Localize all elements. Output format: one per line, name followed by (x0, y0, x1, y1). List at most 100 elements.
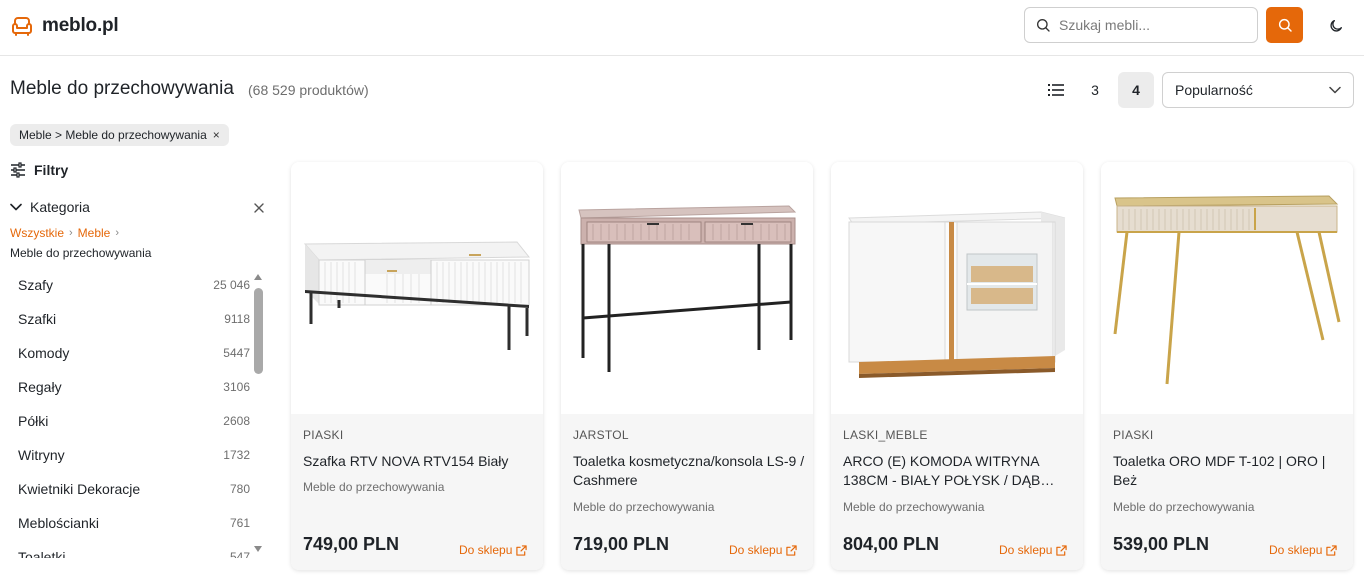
console-table-image (1113, 195, 1341, 385)
category-item-label: Regały (18, 379, 62, 395)
category-item-label: Szafki (18, 311, 57, 327)
category-item[interactable]: Komody 5447 (10, 336, 250, 370)
product-image[interactable] (1101, 162, 1353, 414)
grid-3-button[interactable]: 3 (1080, 72, 1110, 108)
product-image[interactable] (561, 162, 813, 414)
shop-link[interactable]: Do sklepu (459, 543, 528, 557)
product-name[interactable]: Toaletka ORO MDF T-102 | ORO | Beż (1113, 452, 1345, 490)
category-item-count: 25 046 (213, 278, 250, 292)
product-price: 539,00 PLN (1113, 534, 1210, 554)
logo[interactable]: meblo.pl (10, 14, 119, 38)
list-view-button[interactable] (1042, 74, 1070, 106)
category-item-count: 3106 (223, 380, 250, 394)
product-name[interactable]: Toaletka kosmetyczna/konsola LS-9 / Cash… (573, 452, 805, 490)
search-input[interactable] (1059, 17, 1239, 33)
category-label: Kategoria (30, 199, 90, 215)
product-count: (68 529 produktów) (248, 82, 369, 98)
product-image[interactable] (291, 162, 543, 414)
product-image[interactable] (831, 162, 1083, 414)
sideboard-image (848, 211, 1066, 378)
shop-link-label: Do sklepu (1269, 543, 1323, 557)
theme-toggle-button[interactable] (1322, 12, 1350, 40)
category-item-label: Witryny (18, 447, 65, 463)
category-item[interactable]: Szafy 25 046 (10, 268, 250, 302)
scroll-down-arrow-icon[interactable] (254, 546, 262, 552)
breadcrumb-link-all[interactable]: Wszystkie (10, 226, 64, 240)
external-link-icon (516, 544, 528, 556)
tv-cabinet-image (303, 241, 531, 350)
external-link-icon (1056, 544, 1068, 556)
category-item-count: 780 (229, 482, 250, 496)
chevron-right-icon: › (69, 227, 73, 239)
dressing-table-image (578, 205, 797, 372)
chip-label: Meble > Meble do przechowywania (19, 128, 207, 142)
category-clear-button[interactable] (250, 199, 268, 217)
chevron-down-icon (1329, 86, 1341, 94)
active-filter-chip: Meble > Meble do przechowywania × (10, 124, 229, 146)
category-item[interactable]: Szafki 9118 (10, 302, 250, 336)
scroll-thumb[interactable] (254, 288, 263, 374)
chevron-down-icon (10, 203, 22, 211)
category-section-toggle[interactable]: Kategoria (10, 199, 90, 215)
scroll-up-arrow-icon[interactable] (254, 274, 262, 280)
search-box[interactable] (1024, 7, 1258, 43)
top-header: meblo.pl (0, 0, 1364, 56)
sofa-icon (12, 17, 32, 36)
breadcrumb-link-meble[interactable]: Meble (78, 226, 111, 240)
shop-link[interactable]: Do sklepu (1269, 543, 1338, 557)
grid-4-button[interactable]: 4 (1118, 72, 1154, 108)
product-name[interactable]: Szafka RTV NOVA RTV154 Biały (303, 452, 535, 471)
page-title: Meble do przechowywania (10, 78, 234, 99)
category-item-count: 547 (229, 550, 250, 558)
category-item[interactable]: Meblościanki 761 (10, 506, 250, 540)
sliders-icon (11, 162, 25, 178)
product-brand: JARSTOL (573, 428, 629, 442)
product-category: Meble do przechowywania (303, 480, 445, 494)
category-item-label: Półki (18, 413, 49, 429)
product-price: 749,00 PLN (303, 534, 400, 554)
product-brand: PIASKI (303, 428, 344, 442)
category-item[interactable]: Toaletki 547 (10, 540, 250, 558)
category-item[interactable]: Półki 2608 (10, 404, 250, 438)
category-item-count: 1732 (223, 448, 250, 462)
shop-link-label: Do sklepu (999, 543, 1053, 557)
sort-selected-value: Popularność (1175, 82, 1253, 98)
product-category: Meble do przechowywania (843, 500, 985, 514)
product-info: PIASKI Szafka RTV NOVA RTV154 Biały Mebl… (291, 414, 543, 570)
moon-icon (1330, 20, 1342, 32)
search-icon (1278, 18, 1292, 32)
product-brand: PIASKI (1113, 428, 1154, 442)
product-card[interactable]: LASKI_MEBLE ARCO (E) KOMODA WITRYNA 138C… (831, 162, 1083, 570)
category-scrollbar[interactable] (253, 272, 264, 558)
filters-label: Filtry (34, 162, 69, 178)
category-item[interactable]: Kwietniki Dekoracje 780 (10, 472, 250, 506)
shop-link-label: Do sklepu (729, 543, 783, 557)
category-item-count: 9118 (224, 312, 250, 326)
breadcrumb-current: Meble do przechowywania (10, 246, 152, 260)
search-icon (1037, 19, 1050, 32)
chip-remove-button[interactable]: × (213, 128, 220, 142)
product-name[interactable]: ARCO (E) KOMODA WITRYNA 138CM - BIAŁY PO… (843, 452, 1075, 490)
product-card[interactable]: JARSTOL Toaletka kosmetyczna/konsola LS-… (561, 162, 813, 570)
sort-select[interactable]: Popularność (1162, 72, 1354, 108)
filters-header[interactable]: Filtry (10, 162, 68, 178)
product-info: LASKI_MEBLE ARCO (E) KOMODA WITRYNA 138C… (831, 414, 1083, 570)
category-item-count: 2608 (223, 414, 250, 428)
category-list: Szafy 25 046 Szafki 9118 Komody 5447 Reg… (10, 268, 250, 558)
category-breadcrumb: Wszystkie › Meble › (10, 226, 119, 240)
category-item-label: Komody (18, 345, 70, 361)
category-item[interactable]: Regały 3106 (10, 370, 250, 404)
chevron-right-icon: › (115, 227, 120, 239)
product-card[interactable]: PIASKI Szafka RTV NOVA RTV154 Biały Mebl… (291, 162, 543, 570)
search-button[interactable] (1266, 7, 1303, 43)
shop-link[interactable]: Do sklepu (729, 543, 798, 557)
shop-link[interactable]: Do sklepu (999, 543, 1068, 557)
category-item[interactable]: Witryny 1732 (10, 438, 250, 472)
product-price: 804,00 PLN (843, 534, 940, 554)
external-link-icon (1326, 544, 1338, 556)
category-item-label: Szafy (18, 277, 54, 293)
list-icon (1048, 84, 1064, 96)
category-item-count: 761 (229, 516, 250, 530)
product-card[interactable]: PIASKI Toaletka ORO MDF T-102 | ORO | Be… (1101, 162, 1353, 570)
product-price: 719,00 PLN (573, 534, 670, 554)
